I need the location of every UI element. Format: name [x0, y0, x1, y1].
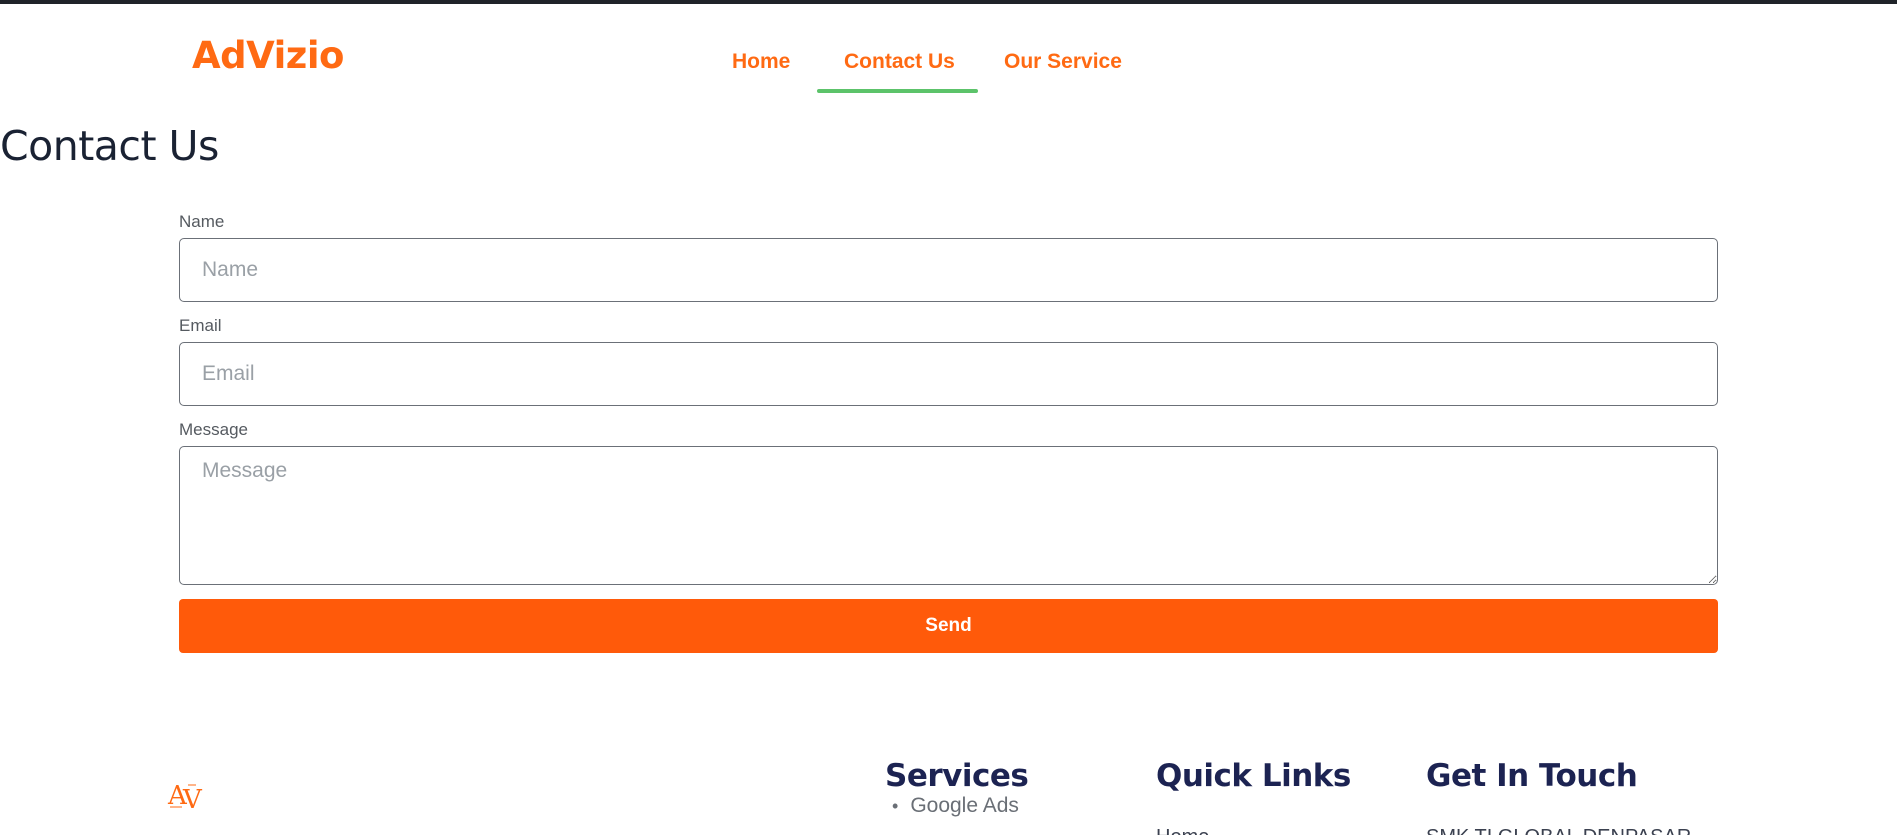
footer-get-in-touch-title: Get In Touch [1426, 758, 1638, 794]
email-input[interactable] [179, 342, 1718, 406]
nav-home-link[interactable]: Home [732, 50, 790, 74]
footer-services-list: Google Ads [892, 794, 1019, 818]
footer-quick-link-home[interactable]: Home [1156, 826, 1209, 835]
message-label: Message [179, 420, 248, 439]
svg-text:V: V [182, 785, 203, 812]
page-title: Contact Us [0, 122, 219, 170]
brand-logo[interactable]: AdVizio [192, 34, 344, 77]
nav-our-service-link[interactable]: Our Service [1004, 50, 1122, 74]
send-button[interactable]: Send [179, 599, 1718, 653]
name-input[interactable] [179, 238, 1718, 302]
footer-contact-address: SMK TI GLOBAL DENPASAR [1426, 826, 1691, 835]
name-label: Name [179, 212, 225, 231]
top-border [0, 0, 1897, 4]
footer-service-item[interactable]: Google Ads [892, 794, 1019, 818]
footer-quick-links-title: Quick Links [1156, 758, 1351, 794]
active-nav-indicator [817, 89, 978, 93]
advizio-logo-icon[interactable]: A V [166, 776, 206, 815]
message-textarea[interactable] [179, 446, 1718, 585]
nav-contact-link[interactable]: Contact Us [844, 50, 955, 74]
email-label: Email [179, 316, 222, 335]
footer-services-title: Services [885, 758, 1029, 794]
